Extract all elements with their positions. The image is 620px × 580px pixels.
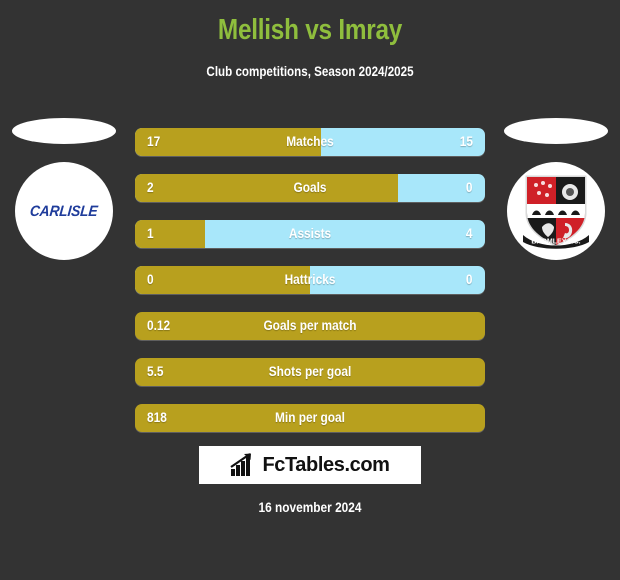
- stat-row-goals-per-match: 0.12 Goals per match: [135, 312, 485, 340]
- bromley-fc-crest: BROMLEY F.C.: [507, 162, 605, 260]
- stat-row-assists: 1 Assists 4: [135, 220, 485, 248]
- stat-label-shots-per-goal: Shots per goal: [268, 364, 352, 379]
- chart-header: Mellish vs Imray Club competitions, Seas…: [0, 0, 620, 80]
- away-team-logo-slot: BROMLEY F.C.: [500, 118, 612, 260]
- page-subtitle: Club competitions, Season 2024/2025: [206, 64, 414, 79]
- stat-home-value-hattricks: 0: [147, 272, 154, 287]
- stats-bar-chart: 17 Matches 15 2 Goals 0 1 Assists 4 0 Ha…: [135, 128, 485, 450]
- bar-chart-icon: [230, 453, 252, 476]
- stat-away-value-assists: 4: [466, 226, 473, 241]
- fctables-logo-text: FcTables.com: [262, 453, 390, 476]
- footer-date: 16 november 2024: [258, 500, 362, 515]
- stat-label-hattricks: Hattricks: [284, 272, 336, 287]
- stat-home-value-assists: 1: [147, 226, 154, 241]
- stat-label-matches: Matches: [286, 134, 334, 149]
- crest-banner-text: BROMLEY F.C.: [531, 239, 580, 246]
- stat-label-assists: Assists: [288, 226, 332, 241]
- stat-home-value-goals: 2: [147, 180, 154, 195]
- page-title: Mellish vs Imray: [217, 14, 403, 46]
- fctables-logo[interactable]: FcTables.com: [199, 446, 421, 484]
- stat-row-shots-per-goal: 5.5 Shots per goal: [135, 358, 485, 386]
- stat-label-goals-per-match: Goals per match: [263, 318, 357, 333]
- stat-away-value-hattricks: 0: [466, 272, 473, 287]
- stat-row-min-per-goal: 818 Min per goal: [135, 404, 485, 432]
- home-team-logo-slot: CARLISLE: [8, 118, 120, 260]
- carlisle-logo-text: CARLISLE: [29, 202, 99, 220]
- stat-row-goals: 2 Goals 0: [135, 174, 485, 202]
- home-logo-ellipse-decoration: [12, 118, 116, 144]
- stat-away-value-goals: 0: [466, 180, 473, 195]
- bromley-crest-icon: BROMLEY F.C.: [523, 175, 589, 249]
- stat-row-hattricks: 0 Hattricks 0: [135, 266, 485, 294]
- stat-label-goals: Goals: [293, 180, 327, 195]
- carlisle-logo: CARLISLE: [15, 162, 113, 260]
- stat-label-min-per-goal: Min per goal: [275, 410, 345, 425]
- stat-away-value-matches: 15: [459, 134, 473, 149]
- stat-row-matches: 17 Matches 15: [135, 128, 485, 156]
- away-logo-ellipse-decoration: [504, 118, 608, 144]
